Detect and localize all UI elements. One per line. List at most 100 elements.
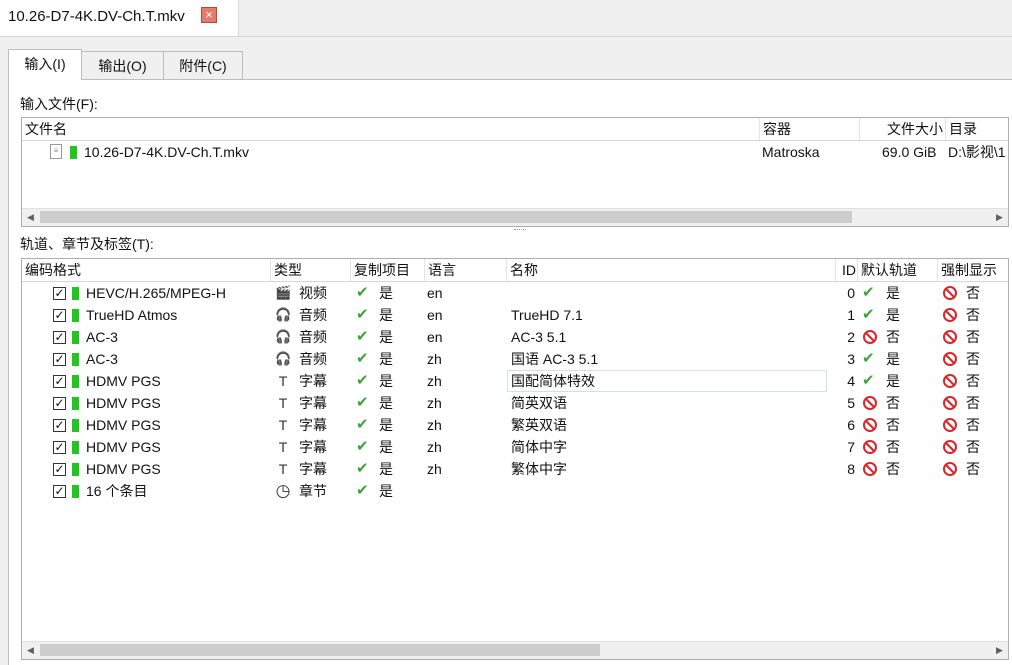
track-row[interactable]: ✓ AC-3 🎧 音频 ✔ 是 en AC-3 5.1 2 否 否 [22,326,1008,348]
track-copy: 是 [379,373,393,389]
tab-attachments[interactable]: 附件(C) [163,51,243,79]
track-checkbox[interactable]: ✓ [53,397,66,410]
track-row[interactable]: ✓ HDMV PGS T 字幕 ✔ 是 zh 繁英双语 6 否 否 [22,414,1008,436]
track-checkbox[interactable]: ✓ [53,331,66,344]
prohibited-icon [943,396,957,410]
col-name[interactable]: 名称 [507,259,836,281]
track-codec: AC-3 [86,329,118,345]
track-id: 4 [847,373,855,389]
track-id: 6 [847,417,855,433]
tracks-list[interactable]: 编码格式 类型 复制项目 语言 名称 ID 默认轨道 强制显示 ✓ HEVC/H.… [21,258,1009,660]
track-checkbox[interactable]: ✓ [53,287,66,300]
track-checkbox[interactable]: ✓ [53,419,66,432]
col-id[interactable]: ID [836,259,858,281]
track-checkbox[interactable]: ✓ [53,485,66,498]
col-language[interactable]: 语言 [425,259,507,281]
check-icon: ✔ [356,438,369,455]
track-forced: 否 [966,461,980,477]
track-codec: HDMV PGS [86,395,161,411]
track-copy: 是 [379,395,393,411]
input-files-list[interactable]: 文件名 容器 文件大小 目录 ≡ 10.26-D7-4K.DV-Ch.T.mkv… [21,117,1009,227]
track-default: 是 [886,373,900,389]
col-copy[interactable]: 复制项目 [351,259,425,281]
prohibited-icon [943,308,957,322]
track-codec: HEVC/H.265/MPEG-H [86,285,227,301]
tab-input[interactable]: 输入(I) [8,49,82,80]
col-filesize[interactable]: 文件大小 [860,118,946,140]
file-directory: D:\影视\1 [948,144,1006,160]
check-icon: ✔ [356,328,369,345]
status-indicator [72,485,79,498]
track-row[interactable]: ✓ AC-3 🎧 音频 ✔ 是 zh 国语 AC-3 5.1 3 ✔ 是 否 [22,348,1008,370]
close-icon[interactable]: × [201,7,217,23]
scroll-right-icon[interactable]: ▶ [991,209,1008,226]
track-row[interactable]: ✓ HDMV PGS T 字幕 ✔ 是 zh 简英双语 5 否 否 [22,392,1008,414]
track-type: 字幕 [299,395,327,411]
track-copy: 是 [379,439,393,455]
track-checkbox[interactable]: ✓ [53,309,66,322]
scroll-left-icon[interactable]: ◀ [22,642,39,659]
track-type: 字幕 [299,417,327,433]
document-tab[interactable]: 10.26-D7-4K.DV-Ch.T.mkv × [0,0,239,36]
check-icon: ✔ [356,350,369,367]
track-default: 否 [886,461,900,477]
status-indicator [72,353,79,366]
track-name[interactable]: 国配简体特效 [511,370,595,392]
col-container[interactable]: 容器 [760,118,860,140]
track-copy: 是 [379,461,393,477]
track-forced: 否 [966,373,980,389]
track-row[interactable]: ✓ HDMV PGS T 字幕 ✔ 是 zh 简体中字 7 否 否 [22,436,1008,458]
track-name: AC-3 5.1 [511,329,567,345]
track-codec: HDMV PGS [86,461,161,477]
check-icon: ✔ [862,284,875,301]
track-checkbox[interactable]: ✓ [53,441,66,454]
track-checkbox[interactable]: ✓ [53,375,66,388]
input-files-hscroll[interactable]: ◀ ▶ [22,208,1008,226]
status-indicator [72,287,79,300]
track-type: 音频 [299,351,327,367]
splitter-handle[interactable] [514,229,526,232]
track-type: 视频 [299,285,327,301]
col-default[interactable]: 默认轨道 [858,259,938,281]
track-default: 否 [886,417,900,433]
track-name: 简英双语 [511,395,567,411]
col-filename[interactable]: 文件名 [22,118,760,140]
col-type[interactable]: 类型 [271,259,351,281]
track-codec: HDMV PGS [86,417,161,433]
subtitle-icon: T [278,461,288,477]
prohibited-icon [863,440,877,454]
scroll-left-icon[interactable]: ◀ [22,209,39,226]
col-codec[interactable]: 编码格式 [22,259,271,281]
prohibited-icon [863,418,877,432]
track-row[interactable]: ✓ TrueHD Atmos 🎧 音频 ✔ 是 en TrueHD 7.1 1 ✔ 是 否 [22,304,1008,326]
prohibited-icon [943,330,957,344]
col-directory[interactable]: 目录 [946,118,1008,140]
col-forced[interactable]: 强制显示 [938,259,1008,281]
prohibited-icon [943,286,957,300]
track-checkbox[interactable]: ✓ [53,353,66,366]
track-row[interactable]: ✓ HDMV PGS T 字幕 ✔ 是 zh 国配简体特效 4 ✔ 是 否 [22,370,1008,392]
scroll-thumb[interactable] [40,211,852,223]
status-indicator [72,375,79,388]
track-row[interactable]: ✓ HEVC/H.265/MPEG-H 🎬 视频 ✔ 是 en 0 ✔ 是 否 [22,282,1008,304]
track-language: zh [427,417,442,433]
file-icon: ≡ [50,144,62,159]
file-row[interactable]: ≡ 10.26-D7-4K.DV-Ch.T.mkv Matroska 69.0 … [22,141,1008,163]
subtitle-icon: T [278,373,288,389]
track-type: 章节 [299,483,327,499]
subtitle-icon: T [278,395,288,411]
tracks-label: 轨道、章节及标签(T): [20,236,154,252]
track-copy: 是 [379,417,393,433]
tab-output[interactable]: 输出(O) [81,51,164,79]
scroll-thumb[interactable] [40,644,600,656]
track-checkbox[interactable]: ✓ [53,463,66,476]
track-forced: 否 [966,351,980,367]
track-type: 音频 [299,329,327,345]
scroll-right-icon[interactable]: ▶ [991,642,1008,659]
track-row[interactable]: ✓ 16 个条目 ◷ 章节 ✔ 是 [22,480,1008,502]
track-name: 简体中字 [511,439,567,455]
track-row[interactable]: ✓ HDMV PGS T 字幕 ✔ 是 zh 繁体中字 8 否 否 [22,458,1008,480]
tracks-hscroll[interactable]: ◀ ▶ [22,641,1008,659]
status-indicator [70,146,77,159]
prohibited-icon [943,352,957,366]
